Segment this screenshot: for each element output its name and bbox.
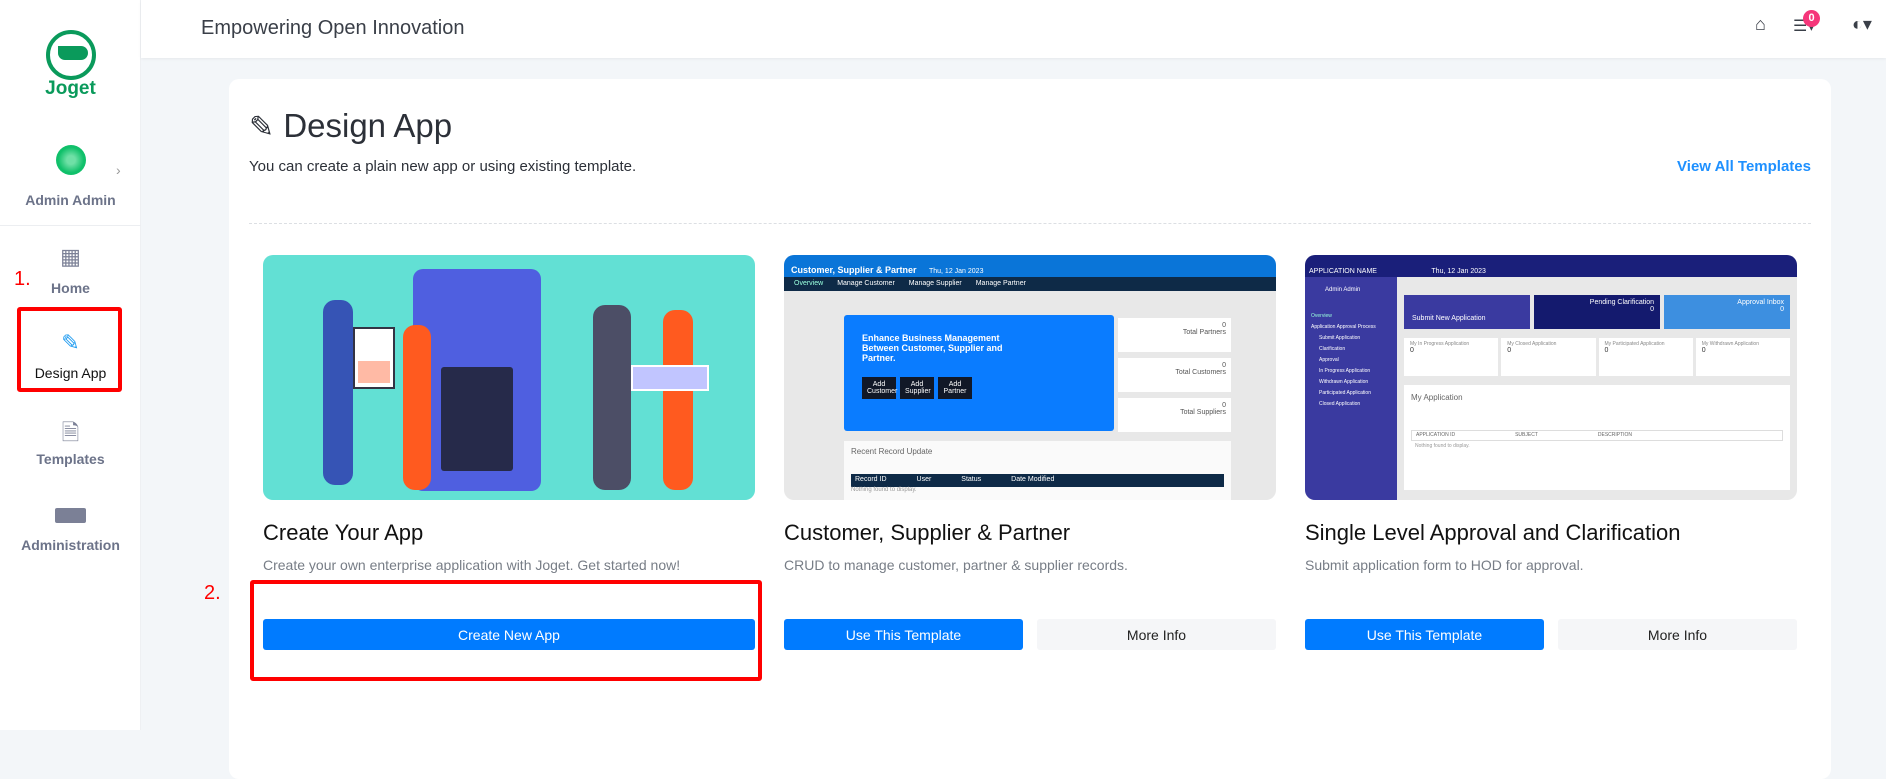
avatar[interactable] (56, 145, 86, 175)
thumb-tab: Manage Customer (837, 280, 895, 287)
annotation-step-1: 1. (14, 268, 31, 290)
thumb-col: SUBJECT (1515, 432, 1538, 438)
template-thumbnail: APPLICATION NAME Thu, 12 Jan 2023 Admin … (1305, 255, 1797, 500)
user-name[interactable]: Admin Admin (0, 192, 141, 208)
thumb-menu: Withdrawn Application (1319, 379, 1369, 385)
page-title-text: Design App (283, 107, 453, 144)
thumb-user: Admin Admin (1325, 287, 1361, 293)
thumb-date: Thu, 12 Jan 2023 (1431, 268, 1486, 275)
thumb-tile-value: 0 (1780, 306, 1784, 313)
home-icon[interactable]: ⌂ (1755, 14, 1766, 35)
top-header: Empowering Open Innovation (141, 0, 1886, 58)
thumb-menu: In Progress Application (1319, 368, 1371, 374)
template-card-customer-supplier-partner: Customer, Supplier & Partner Thu, 12 Jan… (784, 255, 1276, 650)
thumb-tile: Submit New Application (1412, 315, 1486, 322)
thumb-date: Thu, 12 Jan 2023 (928, 268, 984, 275)
create-app-illustration (263, 255, 755, 500)
card-title: Create Your App (263, 520, 424, 545)
template-card-approval: APPLICATION NAME Thu, 12 Jan 2023 Admin … (1305, 255, 1797, 650)
annotation-step-2: 2. (204, 582, 221, 604)
thumb-tile: Pending Clarification (1589, 299, 1654, 306)
thumb-menu: Application Approval Process (1311, 324, 1376, 330)
thumb-tab: Manage Partner (975, 280, 1026, 287)
joget-logo-icon[interactable] (46, 30, 96, 80)
thumb-stat-label: Total Customers (1175, 369, 1226, 376)
thumb-menu: Submit Application (1319, 335, 1361, 341)
thumb-button: Add Customer (862, 377, 897, 399)
sidebar-item-label: Administration (21, 537, 120, 553)
thumb-stat-value: 0 (1222, 322, 1226, 329)
page-subtitle: You can create a plain new app or using … (249, 158, 637, 175)
thumb-tab: Manage Supplier (908, 280, 962, 287)
thumb-tile: Approval Inbox (1737, 299, 1784, 306)
thumb-app-name: APPLICATION NAME (1309, 268, 1377, 275)
thumb-menu: Participated Application (1319, 390, 1371, 396)
thumb-stat-value: 0 (1604, 347, 1609, 354)
card-description: Submit application form to HOD for appro… (1305, 557, 1584, 573)
thumb-tile-value: 0 (1650, 306, 1654, 313)
more-info-button[interactable]: More Info (1558, 619, 1797, 650)
thumb-stat-value: 0 (1222, 362, 1226, 369)
thumb-app-name: Customer, Supplier & Partner (791, 265, 917, 275)
thumb-section-title: Recent Record Update (851, 447, 933, 456)
card-description: CRUD to manage customer, partner & suppl… (784, 557, 1128, 573)
sidebar-item-label: Templates (36, 451, 105, 467)
thumb-col: User (916, 476, 932, 483)
template-thumbnail: Customer, Supplier & Partner Thu, 12 Jan… (784, 255, 1276, 500)
use-template-button[interactable]: Use This Template (784, 619, 1023, 650)
thumb-stat-value: 0 (1410, 347, 1414, 354)
thumb-col: APPLICATION ID (1416, 432, 1456, 438)
thumb-button: Add Partner (938, 377, 972, 399)
thumb-col: Date Modified (1011, 476, 1055, 483)
thumb-banner: Enhance Business Management Between Cust… (862, 333, 1003, 363)
thumb-menu: Clarification (1319, 346, 1346, 352)
logo-text: Joget (45, 78, 96, 99)
file-zip-icon: 🗎 (61, 420, 80, 445)
card-description: Create your own enterprise application w… (263, 557, 681, 573)
thumb-menu: Overview (1311, 313, 1332, 319)
annotation-box-design-app (17, 307, 122, 392)
thumb-col: Status (961, 476, 982, 483)
page-title: ✎ Design App (249, 107, 452, 145)
thumb-stat-value: 0 (1701, 347, 1706, 354)
sidebar-divider (0, 225, 141, 226)
thumb-col: DESCRIPTION (1597, 432, 1633, 438)
more-info-button[interactable]: More Info (1037, 619, 1276, 650)
grid-icon: ▦ (60, 244, 81, 269)
thumb-empty: Nothing found to display. (1415, 443, 1470, 449)
card-title: Customer, Supplier & Partner (784, 520, 1071, 545)
thumb-stat-value: 0 (1222, 402, 1226, 409)
thumb-tab: Overview (794, 280, 824, 287)
divider (249, 223, 1811, 224)
use-template-button[interactable]: Use This Template (1305, 619, 1544, 650)
card-title: Single Level Approval and Clarification (1305, 520, 1681, 545)
thumb-menu: Approval (1319, 357, 1339, 363)
header-title: Empowering Open Innovation (201, 17, 465, 39)
theme-toggle-icon[interactable]: ◐▾ (1852, 14, 1872, 35)
thumb-stat-label: Total Partners (1182, 329, 1226, 336)
design-icon: ✎ (249, 111, 275, 144)
notification-badge: 0 (1803, 10, 1820, 27)
create-app-card: Create Your App Create your own enterpri… (263, 255, 755, 650)
thumb-stat-label: Total Suppliers (1180, 409, 1226, 416)
thumb-section-title: My Application (1411, 393, 1463, 402)
thumb-col: Record ID (855, 476, 887, 483)
chevron-right-icon[interactable]: › (116, 162, 121, 178)
view-all-templates-link[interactable]: View All Templates (1677, 158, 1811, 175)
thumb-empty: Nothing found to display. (851, 487, 917, 493)
console-icon (55, 508, 86, 523)
thumb-button: Add Supplier (900, 377, 934, 399)
annotation-box-create-app (250, 580, 762, 681)
thumb-menu: Closed Application (1319, 401, 1361, 407)
thumb-stat-value: 0 (1507, 347, 1512, 354)
